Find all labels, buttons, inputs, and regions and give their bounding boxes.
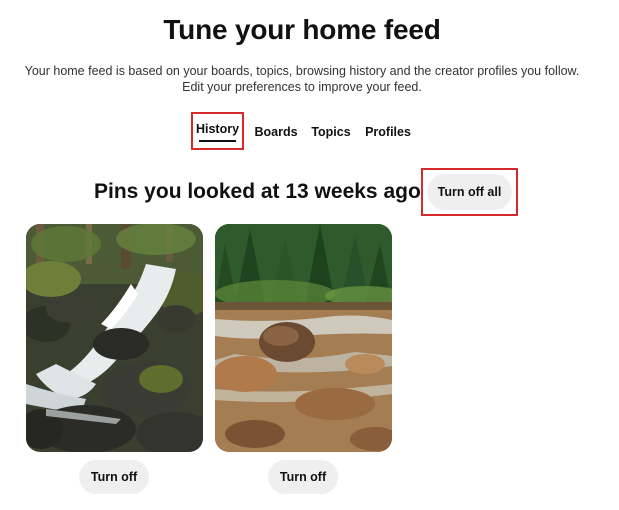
tab-profiles[interactable]: Profiles: [365, 112, 411, 152]
subtitle-line-1: Your home feed is based on your boards, …: [24, 64, 580, 78]
tab-history[interactable]: History: [191, 112, 244, 150]
tab-boards-label: Boards: [254, 125, 298, 139]
section-title: Pins you looked at 13 weeks ago: [94, 180, 421, 203]
preference-tabs: History Boards Topics Profiles: [0, 112, 619, 152]
page-title: Tune your home feed: [163, 14, 441, 45]
pin-image-waterfall[interactable]: [26, 224, 203, 452]
turn-off-all-button[interactable]: Turn off all: [427, 174, 512, 210]
tab-boards[interactable]: Boards: [254, 112, 298, 152]
river-photo: [215, 224, 392, 452]
tab-history-label: History: [195, 122, 240, 136]
waterfall-photo: [26, 224, 203, 452]
active-tab-underline: [199, 140, 236, 142]
subtitle-line-2: Edit your preferences to improve your fe…: [182, 80, 422, 94]
turn-off-button-pin-1[interactable]: Turn off: [79, 460, 149, 494]
tab-topics-label: Topics: [311, 125, 351, 139]
tab-profiles-label: Profiles: [365, 125, 411, 139]
page-subtitle: Your home feed is based on your boards, …: [0, 63, 604, 95]
turn-off-button-pin-2[interactable]: Turn off: [268, 460, 338, 494]
tab-topics[interactable]: Topics: [311, 112, 351, 152]
pin-image-river[interactable]: [215, 224, 392, 452]
